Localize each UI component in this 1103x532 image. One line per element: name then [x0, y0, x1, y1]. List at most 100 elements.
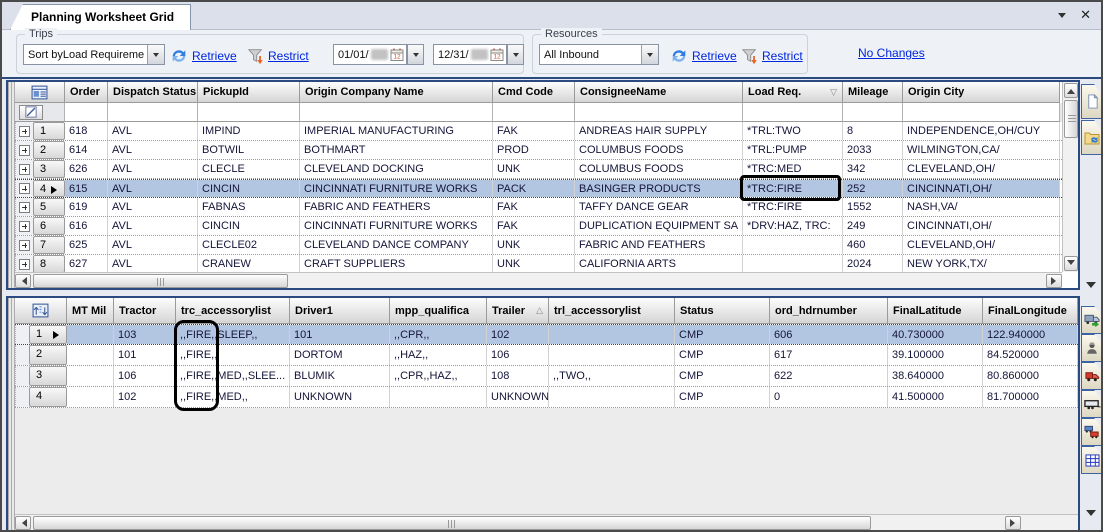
cell-cmd_code[interactable]: FAK	[493, 122, 575, 140]
filter-cell-order[interactable]	[65, 103, 108, 122]
cell-mpp_qualifica[interactable]: ,,HAZ,,	[390, 345, 487, 365]
expand-row-button[interactable]	[19, 259, 30, 270]
row-header[interactable]: 3	[29, 366, 67, 386]
row-header[interactable]: 5	[33, 198, 65, 216]
scroll-left-button[interactable]	[15, 274, 31, 288]
sidebar-tab-carrier[interactable]	[1081, 418, 1103, 446]
cell-origin_city[interactable]: NASH,VA/	[903, 198, 1060, 216]
column-header-cmd_code[interactable]: Cmd Code	[493, 82, 575, 103]
tabstrip-scroll-down-button[interactable]	[1086, 282, 1096, 293]
cell-final_latitude[interactable]: 41.500000	[888, 387, 983, 407]
resources-retrieve-link[interactable]: Retrieve	[669, 47, 737, 65]
filter-cell-consignee[interactable]	[575, 103, 743, 122]
cell-pickupid[interactable]: CINCIN	[198, 217, 300, 235]
cell-trailer[interactable]: 102	[487, 325, 549, 344]
row-header[interactable]: 2	[33, 141, 65, 159]
filter-cell-dispatch_status[interactable]	[108, 103, 198, 122]
sidebar-tab-folder-refresh[interactable]	[1081, 120, 1103, 155]
sidebar-tab-driver[interactable]	[1081, 334, 1103, 362]
date-to-arrow-icon[interactable]	[508, 45, 523, 64]
cell-order[interactable]: 619	[65, 198, 108, 216]
resources-hscrollbar[interactable]	[15, 514, 1078, 530]
cell-origin_city[interactable]: CLEVELAND,OH/	[903, 160, 1060, 178]
cell-mpp_qualifica[interactable]: ,,CPR,,HAZ,,	[390, 366, 487, 386]
cell-consignee[interactable]: COLUMBUS FOODS	[575, 141, 743, 159]
scroll-right-button[interactable]	[1046, 274, 1062, 288]
cell-order[interactable]: 627	[65, 255, 108, 272]
column-header-final_latitude[interactable]: FinalLatitude	[888, 298, 983, 324]
cell-order[interactable]: 625	[65, 236, 108, 254]
column-header-trailer[interactable]: Trailer△	[487, 298, 549, 324]
cell-trl_accessorylist[interactable]	[549, 387, 675, 407]
cell-pickupid[interactable]: FABNAS	[198, 198, 300, 216]
column-header-pickupid[interactable]: PickupId	[198, 82, 300, 103]
cell-tractor[interactable]: 106	[114, 366, 176, 386]
cell-load_req[interactable]: *TRL:PUMP	[743, 141, 843, 159]
cell-final_longitude[interactable]: 80.860000	[983, 366, 1078, 386]
column-header-mt_mil[interactable]: MT Mil	[67, 298, 114, 324]
cell-mileage[interactable]: 2024	[843, 255, 903, 272]
column-header-mpp_qualifica[interactable]: mpp_qualifica	[390, 298, 487, 324]
cell-consignee[interactable]: CALIFORNIA ARTS	[575, 255, 743, 272]
column-header-ord_hdrnumber[interactable]: ord_hdrnumber	[770, 298, 888, 324]
cell-mileage[interactable]: 460	[843, 236, 903, 254]
cell-status[interactable]: CMP	[675, 387, 770, 407]
cell-mpp_qualifica[interactable]	[390, 387, 487, 407]
cell-driver1[interactable]: 101	[290, 325, 390, 344]
resources-combo[interactable]: All Inbound	[539, 44, 659, 65]
column-header-status[interactable]: Status	[675, 298, 770, 324]
row-header[interactable]: 1	[33, 122, 65, 140]
cell-origin_company[interactable]: BOTHMART	[300, 141, 493, 159]
row-header[interactable]: 1	[29, 325, 67, 344]
cell-cmd_code[interactable]: UNK	[493, 255, 575, 272]
expand-row-button[interactable]	[19, 145, 30, 156]
cell-pickupid[interactable]: CINCIN	[198, 180, 300, 197]
cell-consignee[interactable]: BASINGER PRODUCTS	[575, 180, 743, 197]
scroll-down-button[interactable]	[1064, 256, 1078, 271]
filter-cell-cmd_code[interactable]	[493, 103, 575, 122]
cell-load_req[interactable]: *TRL:TWO	[743, 122, 843, 140]
close-button[interactable]: ✕	[1080, 8, 1091, 22]
cell-driver1[interactable]: BLUMIK	[290, 366, 390, 386]
cell-mt_mil[interactable]	[67, 345, 114, 365]
cell-status[interactable]: CMP	[675, 366, 770, 386]
cell-dispatch_status[interactable]: AVL	[108, 198, 198, 216]
filter-cell-origin_city[interactable]	[903, 103, 1060, 122]
cell-dispatch_status[interactable]: AVL	[108, 236, 198, 254]
cell-origin_city[interactable]: INDEPENDENCE,OH/CUY	[903, 122, 1060, 140]
cell-consignee[interactable]: ANDREAS HAIR SUPPLY	[575, 122, 743, 140]
column-header-final_longitude[interactable]: FinalLongitude	[983, 298, 1078, 324]
filter-cell-pickupid[interactable]	[198, 103, 300, 122]
resources-restrict-link[interactable]: Restrict	[741, 47, 803, 65]
cell-origin_city[interactable]: NEW YORK,TX/	[903, 255, 1060, 272]
cell-ord_hdrnumber[interactable]: 0	[770, 387, 888, 407]
cell-cmd_code[interactable]: PACK	[493, 180, 575, 197]
cell-dispatch_status[interactable]: AVL	[108, 122, 198, 140]
cell-origin_city[interactable]: WILMINGTON,CA/	[903, 141, 1060, 159]
cell-origin_city[interactable]: CINCINNATI,OH/	[903, 180, 1060, 197]
vscroll-thumb[interactable]	[1064, 100, 1078, 138]
sidebar-tab-tractor[interactable]	[1081, 362, 1103, 390]
cell-trailer[interactable]: 108	[487, 366, 549, 386]
column-header-origin_company[interactable]: Origin Company Name	[300, 82, 493, 103]
cell-cmd_code[interactable]: UNK	[493, 236, 575, 254]
trips-grid-layout-button[interactable]	[15, 82, 65, 103]
cell-ord_hdrnumber[interactable]: 617	[770, 345, 888, 365]
cell-origin_company[interactable]: CRAFT SUPPLIERS	[300, 255, 493, 272]
filter-row-button[interactable]	[19, 105, 43, 120]
cell-status[interactable]: CMP	[675, 325, 770, 344]
tabstrip-scroll-down-button[interactable]	[1086, 510, 1096, 521]
cell-final_latitude[interactable]: 38.640000	[888, 366, 983, 386]
hscroll-thumb[interactable]	[33, 274, 288, 288]
tab-planning-worksheet-grid[interactable]: Planning Worksheet Grid	[10, 4, 191, 30]
cell-order[interactable]: 614	[65, 141, 108, 159]
trips-vscrollbar[interactable]	[1062, 82, 1078, 272]
trips-retrieve-link[interactable]: Retrieve	[169, 47, 237, 65]
column-header-trl_accessorylist[interactable]: trl_accessorylist	[549, 298, 675, 324]
scroll-right-button[interactable]	[1005, 516, 1021, 530]
cell-origin_company[interactable]: CLEVELAND DOCKING	[300, 160, 493, 178]
date-to-dropdown[interactable]	[507, 44, 524, 65]
cell-final_latitude[interactable]: 40.730000	[888, 325, 983, 344]
column-header-dispatch_status[interactable]: Dispatch Status	[108, 82, 198, 103]
scroll-left-button[interactable]	[15, 516, 31, 530]
